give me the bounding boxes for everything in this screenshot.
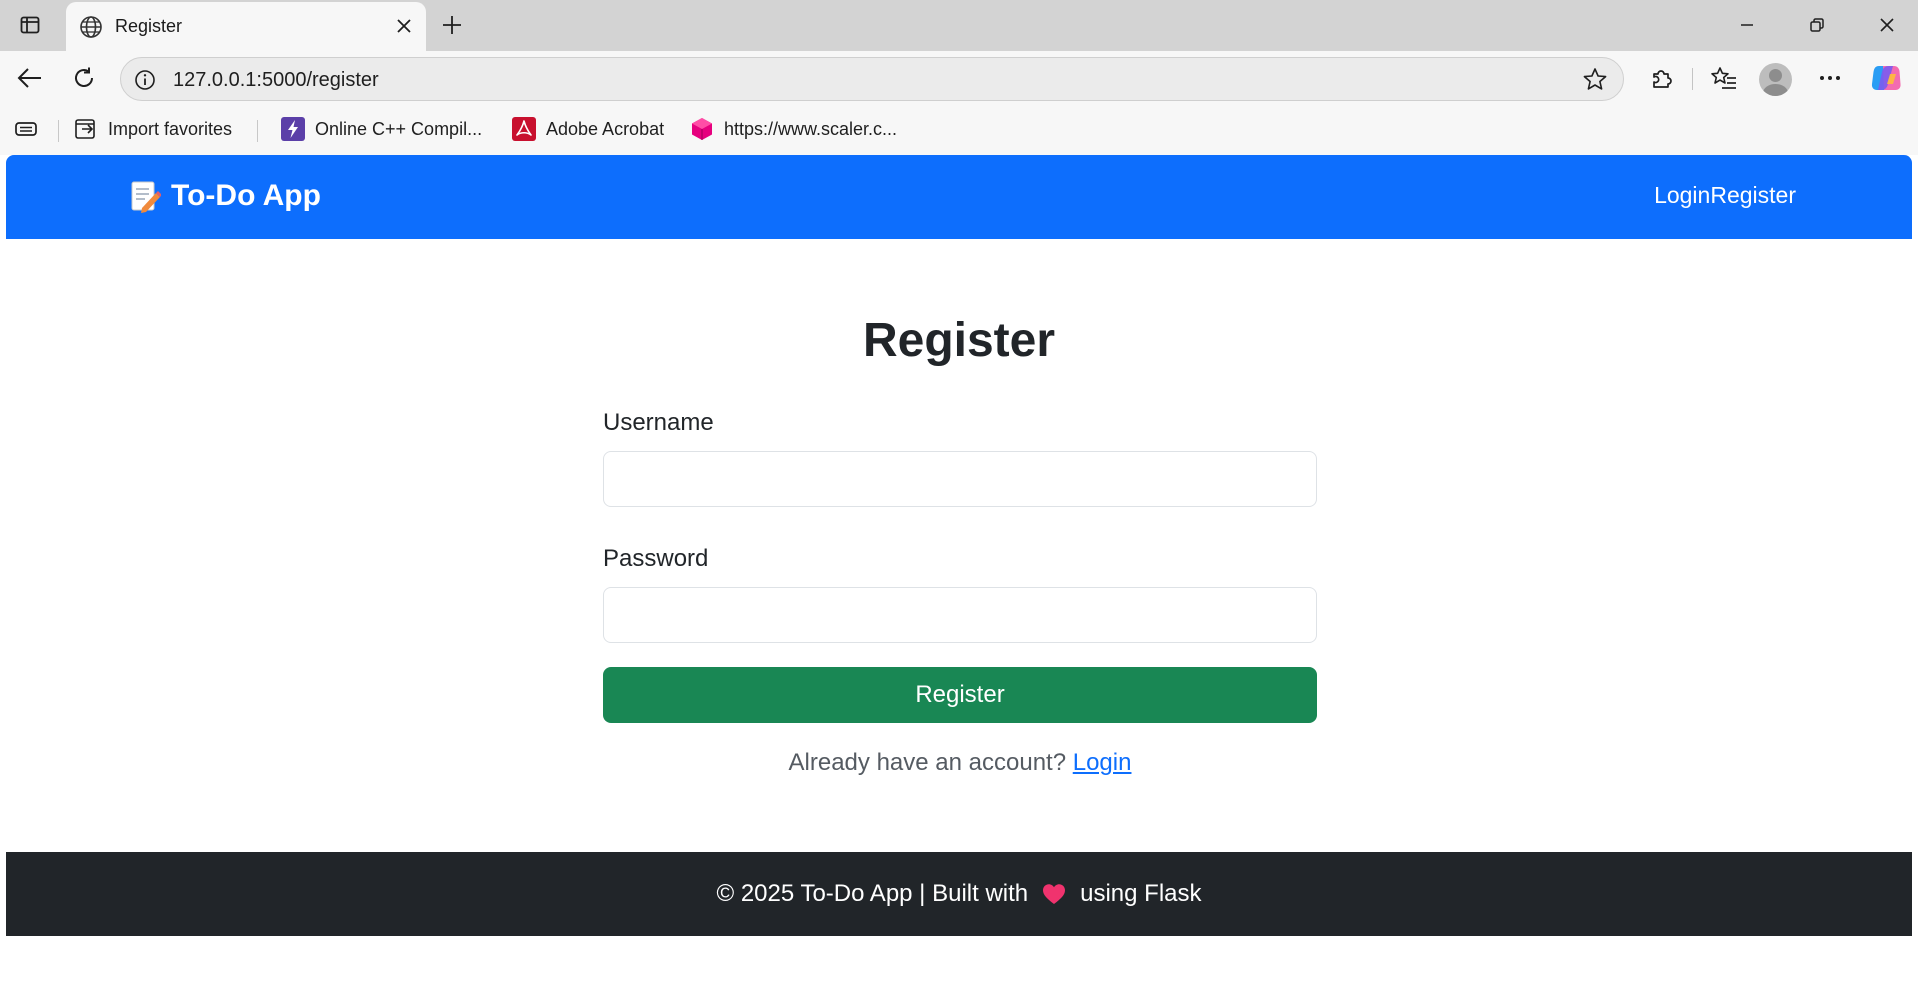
tab-actions-icon	[20, 16, 40, 34]
brand-link[interactable]: To-Do App	[129, 176, 321, 216]
copilot-button[interactable]	[1868, 61, 1904, 95]
copilot-icon	[1871, 66, 1901, 90]
footer-text-before: © 2025 To-Do App | Built with	[716, 880, 1029, 907]
bookmark-label: https://www.scaler.c...	[724, 118, 898, 139]
close-tab-button[interactable]	[392, 14, 416, 38]
nav-register-link[interactable]: Register	[1710, 182, 1796, 209]
nav-login-link[interactable]: Login	[1654, 182, 1710, 209]
minimize-button[interactable]	[1722, 8, 1772, 42]
login-prompt-text: Already have an account?	[788, 749, 1067, 776]
back-button[interactable]	[12, 61, 48, 95]
back-arrow-icon	[17, 68, 41, 88]
profile-avatar[interactable]	[1759, 63, 1792, 96]
new-tab-button[interactable]	[436, 10, 468, 40]
globe-icon	[80, 16, 102, 38]
bookmark-online-cpp-compiler[interactable]: Online C++ Compil...	[281, 117, 482, 141]
avatar-head-shape	[1769, 69, 1782, 82]
refresh-button[interactable]	[66, 61, 102, 95]
site-navbar: To-Do App Login Register	[6, 155, 1912, 239]
bookmarks-toggle-button[interactable]	[14, 117, 38, 141]
bookmark-label: Online C++ Compil...	[315, 118, 483, 139]
bookmark-label: Adobe Acrobat	[546, 118, 665, 139]
heart-icon	[1043, 884, 1066, 904]
extensions-button[interactable]	[1644, 61, 1680, 95]
refresh-icon	[75, 67, 93, 87]
tab-title: Register	[115, 16, 183, 36]
toolbar-divider	[1692, 68, 1693, 90]
browser-tab-bar: Register	[0, 0, 1918, 51]
password-input[interactable]	[603, 587, 1317, 643]
username-input[interactable]	[603, 451, 1317, 507]
bookmark-scaler[interactable]: https://www.scaler.c...	[690, 117, 897, 141]
bookmark-adobe-acrobat[interactable]: Adobe Acrobat	[512, 117, 664, 141]
favorite-star-icon[interactable]	[1581, 66, 1609, 94]
main-content: Register Username Password Register Alre…	[6, 239, 1912, 852]
nav-links: Login Register	[1654, 182, 1796, 209]
login-prompt: Already have an account? Login	[603, 749, 1317, 777]
restore-button[interactable]	[1792, 8, 1842, 42]
bookmarks-divider	[257, 120, 258, 142]
register-form: Username Password Register Already have …	[603, 409, 1317, 777]
register-submit-button[interactable]: Register	[603, 667, 1317, 723]
brand-name: To-Do App	[171, 179, 321, 212]
active-tab[interactable]: Register	[66, 2, 426, 51]
close-icon	[397, 19, 411, 33]
site-footer: © 2025 To-Do App | Built with using Flas…	[6, 852, 1912, 936]
footer-text-after: using Flask	[1080, 880, 1202, 907]
bookmark-label: Import favorites	[108, 118, 233, 139]
username-label: Username	[603, 409, 714, 436]
avatar-body-shape	[1763, 84, 1788, 96]
site-info-icon	[135, 70, 155, 90]
bookmarks-bar: Import favorites Online C++ Compil... Ad…	[0, 104, 1918, 155]
bookmarks-divider	[58, 120, 59, 142]
bookmark-import-favorites[interactable]: Import favorites	[74, 117, 232, 141]
tab-actions-button[interactable]	[14, 11, 46, 39]
import-favorites-icon	[74, 117, 98, 141]
plus-icon	[443, 16, 461, 34]
favorites-button[interactable]	[1706, 61, 1742, 95]
form-spacer	[603, 507, 1317, 545]
address-bar[interactable]: 127.0.0.1:5000/register	[120, 57, 1624, 101]
lightning-favicon	[281, 117, 305, 141]
restore-icon	[1810, 18, 1824, 32]
close-window-icon	[1880, 18, 1894, 32]
page-title: Register	[862, 314, 1056, 367]
memo-icon	[131, 181, 161, 213]
url-text: 127.0.0.1:5000/register	[173, 69, 379, 91]
bookmarks-bar-icon	[15, 122, 37, 136]
adobe-acrobat-favicon	[512, 117, 536, 141]
more-dots-icon	[1820, 76, 1840, 80]
scaler-favicon	[690, 117, 714, 141]
password-label: Password	[603, 545, 709, 572]
browser-toolbar: 127.0.0.1:5000/register	[0, 51, 1918, 104]
close-window-button[interactable]	[1862, 8, 1912, 42]
favorites-list-icon	[1711, 67, 1736, 89]
login-link[interactable]: Login	[1073, 749, 1132, 776]
puzzle-icon	[1653, 70, 1672, 88]
page-viewport: To-Do App Login Register Register Userna…	[6, 155, 1912, 997]
minimize-icon	[1741, 24, 1753, 26]
more-options-button[interactable]	[1812, 61, 1848, 95]
